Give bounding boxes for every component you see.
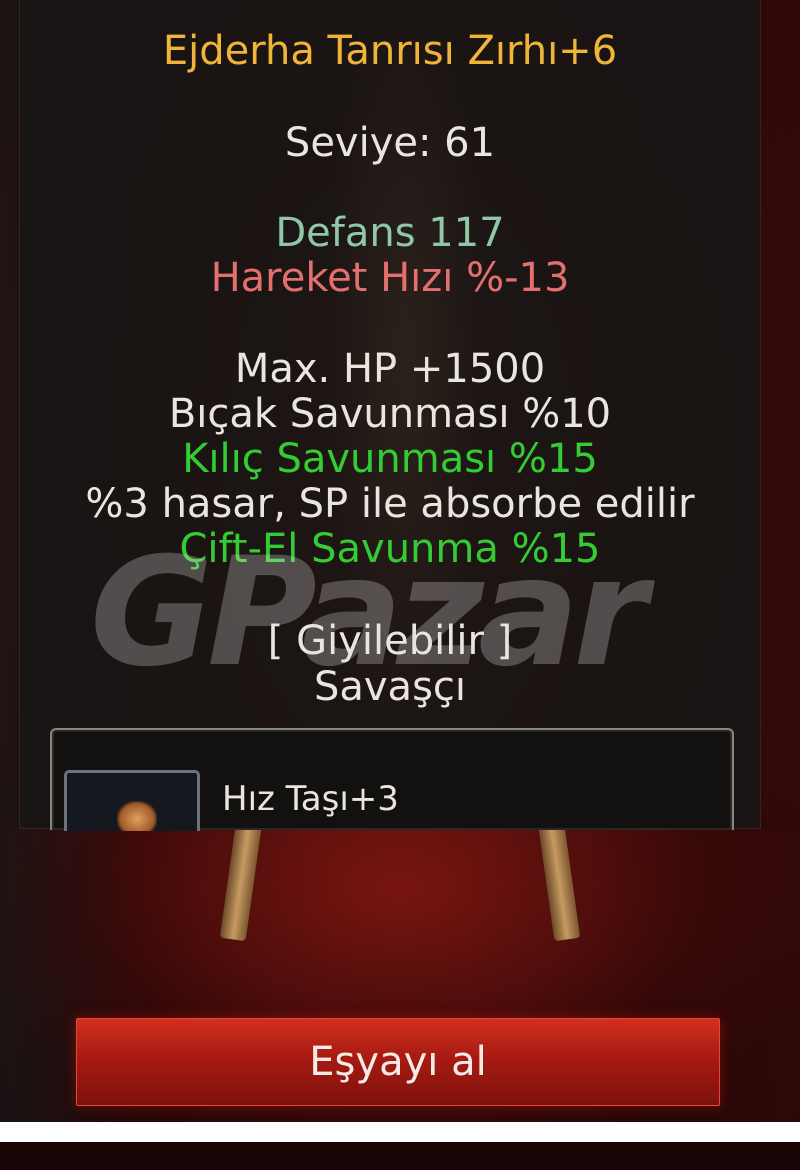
speed-stone-icon <box>64 770 200 831</box>
move-speed-stat: Hareket Hızı %-13 <box>210 255 570 301</box>
watermark-logo: GPazar <box>90 526 647 700</box>
item-tooltip: Ejderha Tanrısı Zırhı+6 Seviye: 61 Defan… <box>20 0 760 831</box>
socket-stone-name: Hız Taşı+3 <box>222 779 399 819</box>
bonus-dagger-defense: Bıçak Savunması %10 <box>168 391 612 437</box>
divider-bar <box>0 1122 800 1142</box>
item-level: Seviye: 61 <box>284 120 496 166</box>
take-item-button[interactable]: Eşyayı al <box>76 1018 720 1106</box>
item-name: Ejderha Tanrısı Zırhı+6 <box>162 28 618 74</box>
bonus-max-hp: Max. HP +1500 <box>234 346 546 392</box>
bottom-strip <box>0 1142 800 1170</box>
bonus-sword-defense: Kılıç Savunması %15 <box>182 436 598 482</box>
defense-stat: Defans 117 <box>275 210 505 256</box>
bonus-sp-absorb: %3 hasar, SP ile absorbe edilir <box>85 481 695 527</box>
